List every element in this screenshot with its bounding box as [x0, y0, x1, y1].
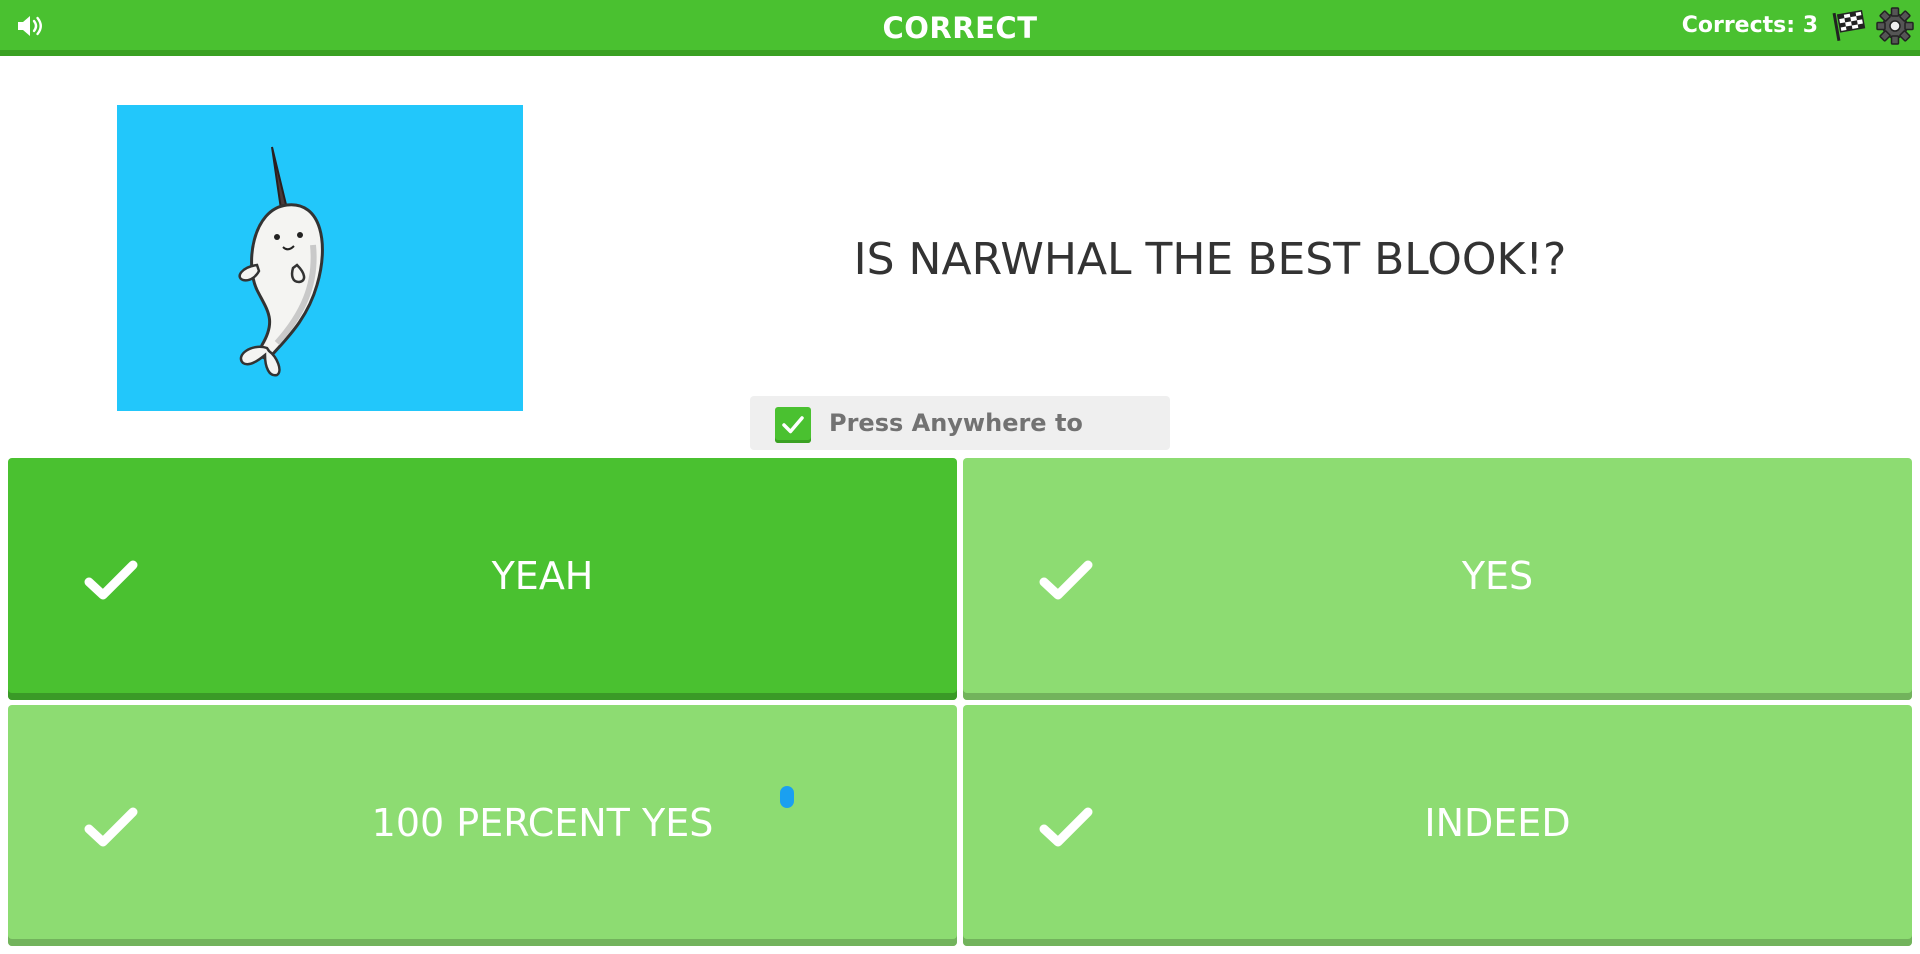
answer-label: YES [1461, 554, 1534, 598]
pointer-cursor [780, 786, 794, 808]
top-bar: CORRECT Corrects: 3 [0, 0, 1920, 56]
answer-label: INDEED [1424, 801, 1571, 845]
answer-label: 100 PERCENT YES [371, 801, 714, 845]
answer-option-2[interactable]: YES [963, 458, 1912, 700]
answer-label: YEAH [491, 554, 594, 598]
answer-option-3[interactable]: 100 PERCENT YES [8, 705, 957, 946]
corrects-counter: Corrects: 3 [1681, 13, 1818, 38]
continue-button[interactable]: Press Anywhere to Continue [750, 396, 1170, 491]
result-title: CORRECT [882, 11, 1038, 45]
question-text: IS NARWHAL THE BEST BLOOK!? [853, 234, 1567, 285]
gear-icon[interactable] [1876, 7, 1914, 45]
answer-option-1[interactable]: YEAH [8, 458, 957, 700]
answer-option-4[interactable]: INDEED [963, 705, 1912, 946]
narwhal-blook-image [117, 105, 523, 411]
checkered-flag-icon[interactable] [1832, 9, 1866, 43]
check-icon [775, 407, 811, 443]
